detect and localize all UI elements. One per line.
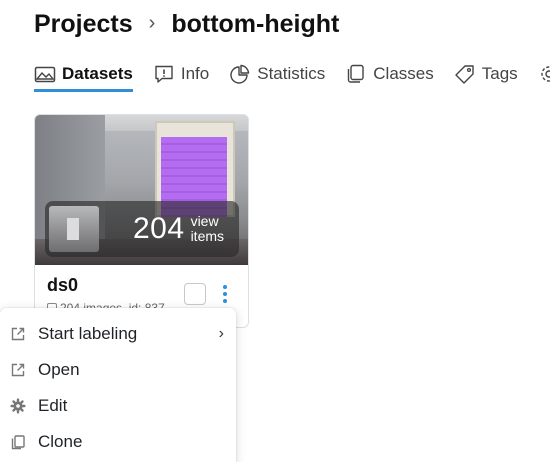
tab-info-label: Info — [180, 64, 210, 83]
pie-chart-icon — [230, 64, 250, 84]
dataset-context-menu: Start labeling › Open Edit Clone — [0, 308, 236, 462]
menu-item-label: Clone — [38, 432, 83, 451]
page-title: bottom-height — [171, 10, 340, 38]
dataset-preview-image[interactable]: 204 view items — [35, 115, 248, 265]
project-page: Projects › bottom-height Datasets Info S… — [0, 0, 550, 462]
tab-classes[interactable]: Classes — [345, 62, 434, 92]
mini-preview-image — [49, 206, 99, 252]
copy-icon — [11, 435, 25, 450]
more-actions-icon[interactable] — [222, 285, 228, 303]
dataset-select-checkbox[interactable] — [184, 283, 206, 305]
view-items-overlay[interactable]: 204 view items — [45, 201, 239, 257]
tag-icon — [455, 65, 474, 84]
menu-item-start-labeling[interactable]: Start labeling › — [0, 316, 236, 352]
tab-datasets-label: Datasets — [62, 64, 133, 83]
breadcrumb-projects-link[interactable]: Projects — [34, 10, 133, 39]
external-link-icon — [11, 327, 25, 341]
dataset-name[interactable]: ds0 — [47, 275, 236, 296]
tab-statistics-label: Statistics — [257, 64, 326, 83]
menu-item-label: Open — [38, 360, 80, 379]
items-label: items — [190, 228, 225, 244]
menu-item-label: Edit — [38, 396, 68, 415]
tab-more-partial[interactable] — [538, 62, 550, 92]
external-link-icon — [11, 363, 25, 377]
item-count: 204 — [133, 212, 185, 245]
breadcrumb: Projects › bottom-height — [34, 10, 339, 39]
layers-icon — [348, 64, 364, 83]
view-label: view — [190, 213, 219, 229]
tab-info[interactable]: Info — [153, 62, 209, 92]
menu-item-label: Start labeling — [38, 324, 138, 343]
breadcrumb-separator: › — [148, 12, 156, 34]
dataset-card[interactable]: 204 view items ds0 204 images, id: 837 — [34, 114, 249, 328]
tab-statistics[interactable]: Statistics — [229, 62, 325, 92]
tab-classes-label: Classes — [373, 64, 434, 83]
images-icon — [34, 66, 56, 83]
tab-tags[interactable]: Tags — [454, 62, 518, 92]
tab-tags-label: Tags — [481, 64, 518, 83]
menu-item-edit[interactable]: Edit — [0, 388, 236, 424]
project-tabs: Datasets Info Statistics Classes Tags — [34, 62, 550, 92]
settings-icon — [540, 66, 550, 82]
gear-icon — [10, 398, 26, 414]
view-items-label: view items — [191, 214, 224, 244]
chevron-right-icon: › — [218, 325, 224, 342]
tab-datasets[interactable]: Datasets — [34, 62, 133, 92]
menu-item-open[interactable]: Open — [0, 352, 236, 388]
info-icon — [155, 65, 173, 83]
menu-item-clone[interactable]: Clone — [0, 424, 236, 460]
